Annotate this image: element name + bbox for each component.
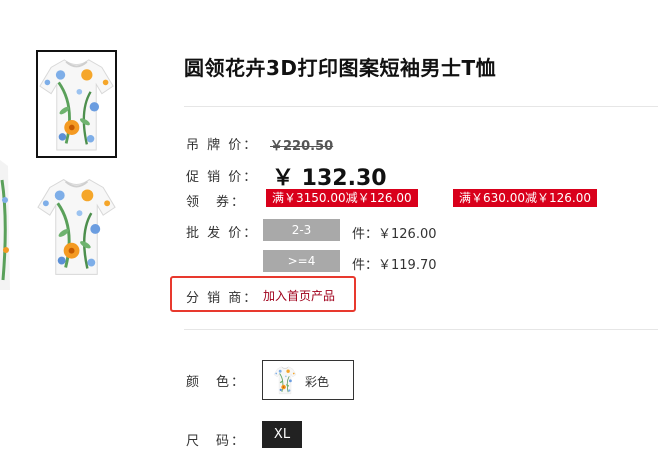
wholesale-tier-qty: 2-3 [263,219,340,241]
wholesale-label: 批 发 价： [186,226,259,241]
color-option-label: 彩色 [305,375,330,389]
add-to-homepage-link[interactable]: 加入首页产品 [263,287,335,304]
product-thumbnail-front[interactable] [36,50,117,158]
size-label: 尺 码： [186,434,247,449]
list-price-label: 吊 牌 价： [186,138,259,153]
main-product-image [0,160,14,290]
promo-price-value: ￥ 132.30 [272,166,387,191]
coupon-button-1[interactable]: 满￥3150.00减￥126.00 [266,189,418,207]
distributor-label: 分 销 商： [186,291,259,306]
product-thumbnail-side[interactable] [36,172,117,280]
color-option-multicolor[interactable]: 彩色 [262,360,354,400]
size-option-xl[interactable]: XL [262,421,302,448]
options-divider [184,329,658,330]
wholesale-tier-price: 件：￥119.70 [352,258,437,273]
promo-price-label: 促 销 价： [186,170,259,185]
wholesale-tier-price: 件：￥126.00 [352,227,437,242]
product-title: 圆领花卉3D打印图案短袖男士T恤 [184,56,497,80]
color-label: 颜 色： [186,375,247,390]
title-divider [184,106,658,107]
wholesale-tier-qty: >=4 [263,250,340,272]
coupon-label: 领 券： [186,195,247,210]
color-swatch-image [273,365,297,395]
coupon-button-2[interactable]: 满￥630.00减￥126.00 [453,189,597,207]
list-price-value: ￥220.50 [270,139,334,154]
